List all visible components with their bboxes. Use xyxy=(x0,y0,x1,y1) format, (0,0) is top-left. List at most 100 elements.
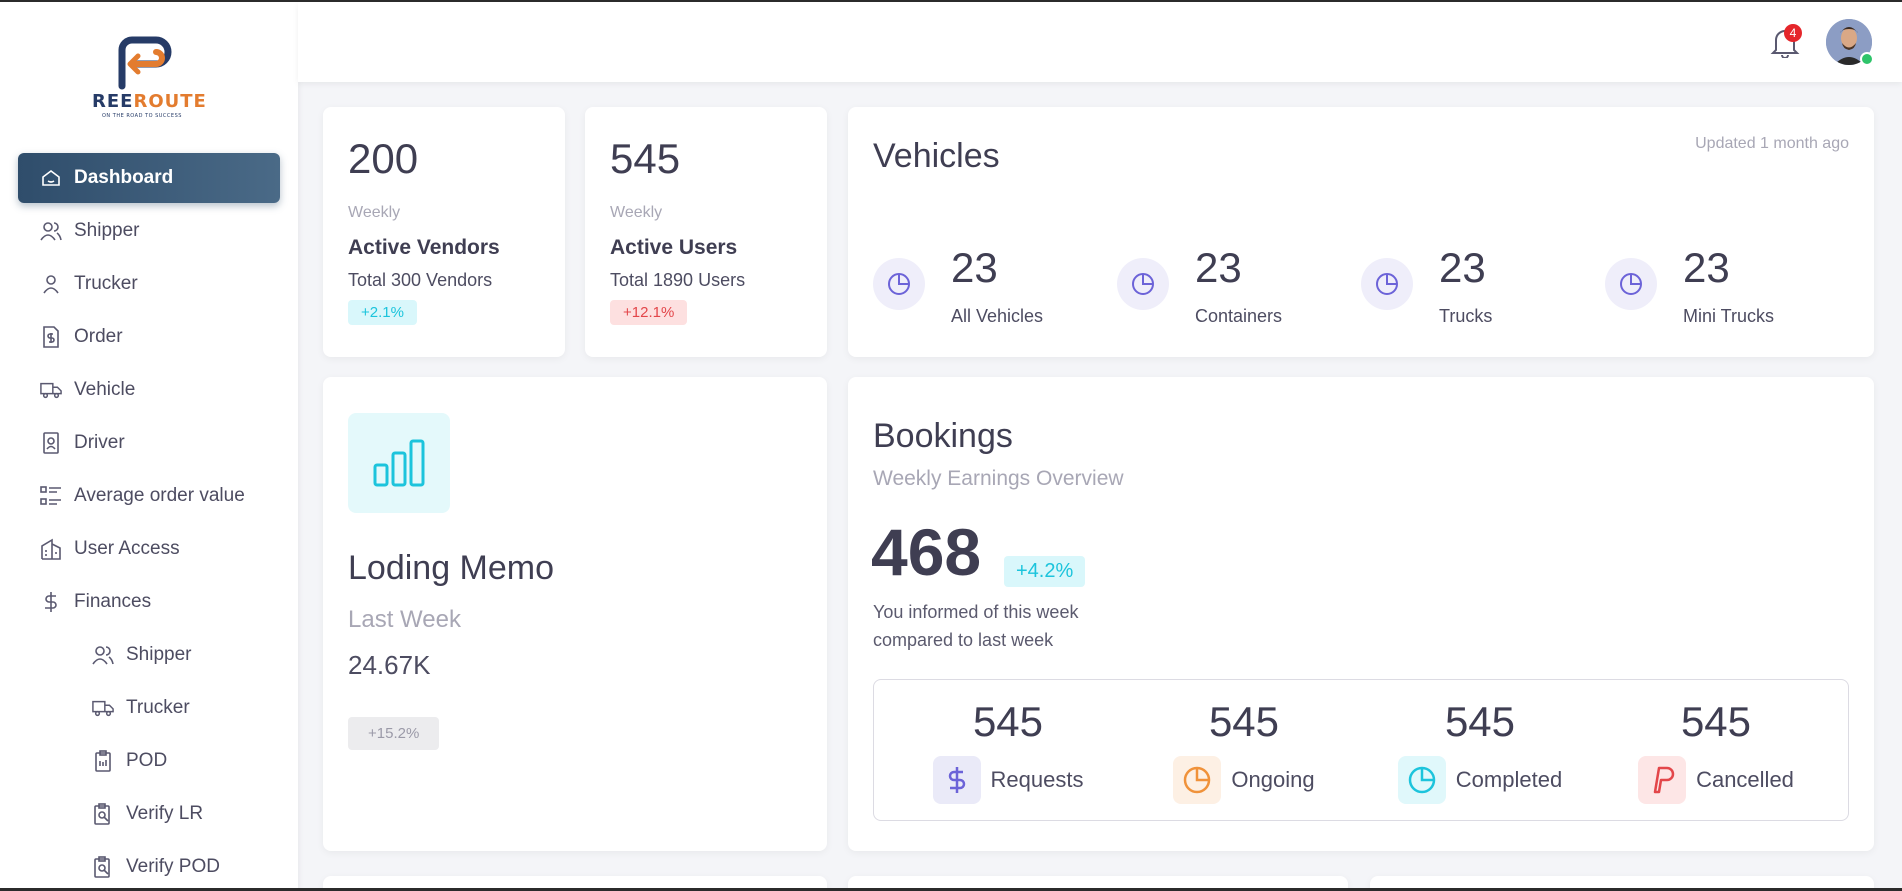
vendors-period: Weekly xyxy=(348,204,401,221)
sidebar-item-label: Trucker xyxy=(126,697,190,718)
sidebar-item-label: Average order value xyxy=(74,485,245,506)
truck-icon xyxy=(92,697,114,719)
sidebar-item-trucker[interactable]: Trucker xyxy=(18,259,280,309)
vehicle-stat-mini-trucks: 23 Mini Trucks xyxy=(1605,244,1835,326)
vendors-title: Active Vendors xyxy=(348,236,500,259)
active-vendors-card: 200 Weekly Active Vendors Total 300 Vend… xyxy=(323,107,565,357)
logo-text: REEROUTE xyxy=(92,91,207,112)
sidebar-item-dashboard[interactable]: Dashboard xyxy=(18,153,280,203)
vehicle-stat-value: 23 xyxy=(1683,244,1730,291)
bookings-subtitle: Weekly Earnings Overview xyxy=(873,467,1124,490)
vehicle-stat-containers: 23 Containers xyxy=(1117,244,1347,326)
sidebar-item-shipper[interactable]: Shipper xyxy=(18,206,280,256)
sidebar-item-average-order-value[interactable]: Average order value xyxy=(18,471,280,521)
vehicle-stat-label: All Vehicles xyxy=(951,306,1044,326)
vehicle-stat-value: 23 xyxy=(1195,244,1242,291)
clipboard-search-icon xyxy=(92,856,114,878)
list-icon xyxy=(40,485,62,507)
dollar-icon xyxy=(932,756,981,804)
vehicle-stat-label: Mini Trucks xyxy=(1683,306,1775,326)
sidebar-item-label: Verify LR xyxy=(126,803,204,824)
sidebar-item-label: Verify POD xyxy=(126,856,220,877)
vendors-change-badge: +2.1% xyxy=(348,300,417,325)
sidebar-item-label: Vehicle xyxy=(74,379,136,400)
memo-change-badge: +15.2% xyxy=(348,717,440,750)
vehicle-stat-all: 23 All Vehicles xyxy=(873,244,1103,326)
users-change-badge: +12.1% xyxy=(610,300,688,325)
booking-stat-value: 545 xyxy=(1444,698,1516,745)
sidebar-item-vehicle[interactable]: Vehicle xyxy=(18,365,280,415)
booking-stat-label: Cancelled xyxy=(1696,767,1794,792)
bookings-change-badge: +4.2% xyxy=(1004,556,1086,587)
vehicle-stat-label: Containers xyxy=(1195,306,1283,326)
booking-stat-value: 545 xyxy=(972,698,1044,745)
notification-badge: 4 xyxy=(1784,24,1802,42)
booking-stat-cancelled: 545 Cancelled xyxy=(1601,698,1831,804)
sidebar-item-finances[interactable]: Finances xyxy=(18,577,280,627)
vehicle-stat-value: 23 xyxy=(951,244,998,291)
sidebar-subitem-trucker[interactable]: Trucker xyxy=(18,683,280,733)
vehicle-stat-value: 23 xyxy=(1439,244,1486,291)
sidebar-item-driver[interactable]: Driver xyxy=(18,418,280,468)
booking-stat-requests: 545 Requests xyxy=(893,698,1123,804)
logo-mark-icon xyxy=(118,36,172,90)
sidebar-item-label: POD xyxy=(126,750,168,771)
pie-chart-icon xyxy=(1117,258,1169,310)
bottom-card-2 xyxy=(848,876,1348,888)
sidebar-nav: Dashboard Shipper Trucker Order Vehicle … xyxy=(18,153,280,888)
sidebar-subitem-verify-lr[interactable]: Verify LR xyxy=(18,789,280,839)
sidebar: REEROUTE ON THE ROAD TO SUCCESS Dashboar… xyxy=(0,2,298,888)
memo-period: Last Week xyxy=(348,606,461,633)
vendors-value: 200 xyxy=(348,135,419,182)
logo-tagline: ON THE ROAD TO SUCCESS xyxy=(102,113,182,119)
booking-stat-label: Requests xyxy=(990,767,1084,792)
sidebar-subitem-verify-pod[interactable]: Verify POD xyxy=(18,842,280,888)
sidebar-item-label: User Access xyxy=(74,538,180,559)
bookings-note-line2: compared to last week xyxy=(873,630,1054,650)
building-icon xyxy=(40,538,62,560)
pie-chart-icon xyxy=(1397,756,1446,804)
top-bar: 4 xyxy=(298,2,1902,82)
sidebar-item-user-access[interactable]: User Access xyxy=(18,524,280,574)
sidebar-item-label: Order xyxy=(74,326,123,347)
vehicle-stat-trucks: 23 Trucks xyxy=(1361,244,1591,326)
bookings-note-line1: You informed of this week xyxy=(873,602,1079,622)
invoice-icon xyxy=(40,326,62,348)
sidebar-item-order[interactable]: Order xyxy=(18,312,280,362)
clipboard-icon xyxy=(92,750,114,772)
id-card-icon xyxy=(40,432,62,454)
clipboard-search-icon xyxy=(92,803,114,825)
users-value: 545 xyxy=(610,135,681,182)
brand-logo[interactable]: REEROUTE ON THE ROAD TO SUCCESS xyxy=(86,36,216,120)
active-users-card: 545 Weekly Active Users Total 1890 Users… xyxy=(585,107,827,357)
sidebar-item-label: Shipper xyxy=(126,644,192,665)
sidebar-subitem-pod[interactable]: POD xyxy=(18,736,280,786)
booking-stat-completed: 545 Completed xyxy=(1365,698,1595,804)
memo-title: Loding Memo xyxy=(348,549,555,587)
sidebar-item-label: Driver xyxy=(74,432,125,453)
paypal-icon xyxy=(1638,756,1687,804)
sidebar-subitem-shipper[interactable]: Shipper xyxy=(18,630,280,680)
pie-chart-icon xyxy=(1605,258,1657,310)
vendors-total: Total 300 Vendors xyxy=(348,270,493,290)
users-icon xyxy=(92,644,114,666)
pie-chart-icon xyxy=(1361,258,1413,310)
bottom-card-1 xyxy=(323,876,827,888)
users-period: Weekly xyxy=(610,204,663,221)
app-window: REEROUTE ON THE ROAD TO SUCCESS Dashboar… xyxy=(0,0,1902,891)
bookings-value: 468 xyxy=(871,515,982,589)
users-icon xyxy=(40,220,62,242)
home-icon xyxy=(40,167,62,189)
vehicles-title: Vehicles xyxy=(873,137,1000,175)
users-total: Total 1890 Users xyxy=(610,270,746,290)
pie-chart-icon xyxy=(873,258,925,310)
vehicle-stat-label: Trucks xyxy=(1439,306,1493,326)
users-title: Active Users xyxy=(610,236,738,259)
online-status-dot xyxy=(1860,52,1874,66)
booking-stat-label: Ongoing xyxy=(1231,767,1315,792)
memo-value: 24.67K xyxy=(348,650,431,680)
booking-stat-value: 545 xyxy=(1208,698,1280,745)
sidebar-item-label: Trucker xyxy=(74,273,138,294)
sidebar-item-label: Shipper xyxy=(74,220,140,241)
booking-stat-ongoing: 545 Ongoing xyxy=(1129,698,1359,804)
